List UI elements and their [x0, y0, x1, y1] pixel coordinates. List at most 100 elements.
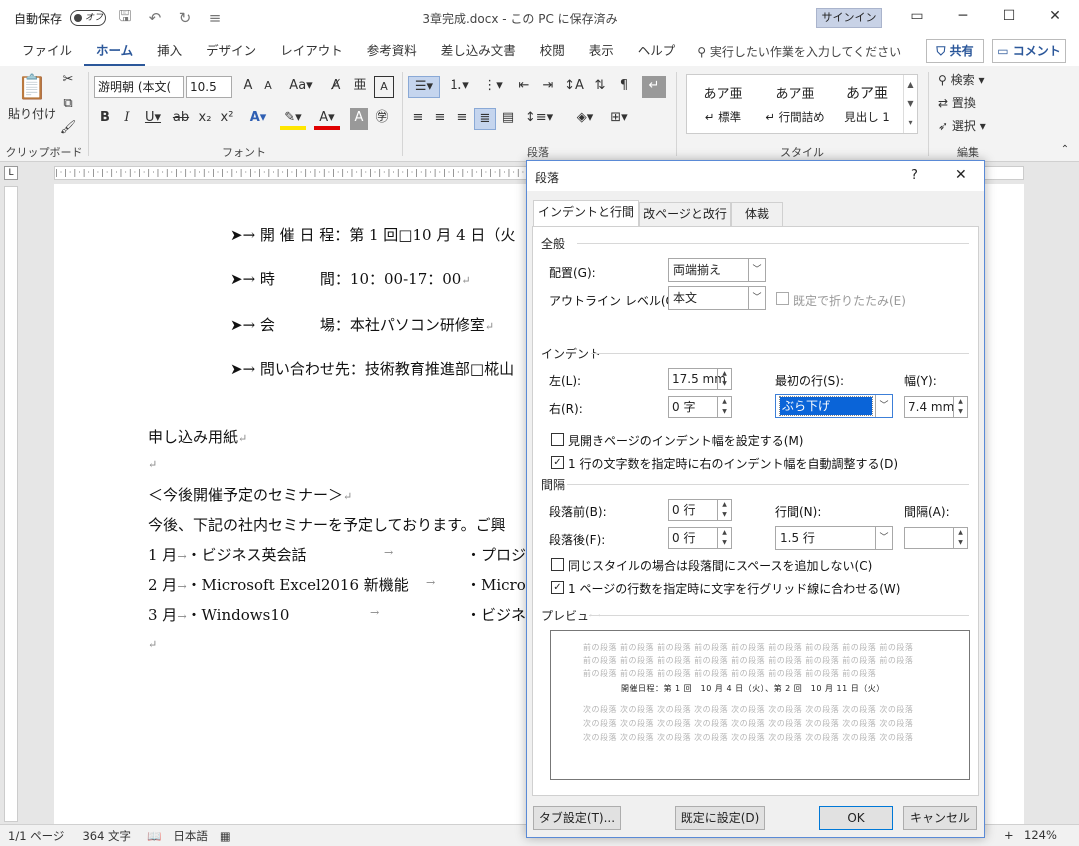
ribbon-display-options-icon[interactable]: ▭ [894, 0, 940, 32]
space-before-input[interactable]: 0 行 ▲ ▼ [668, 499, 732, 521]
auto-adjust-checkbox[interactable]: ✓ [551, 456, 564, 469]
tab-home[interactable]: ホーム [84, 36, 146, 66]
no-space-same-style-checkbox[interactable] [551, 558, 564, 571]
text-effects-icon[interactable]: A▾ [246, 108, 270, 130]
numbering-icon[interactable]: ⒈▾ [444, 76, 474, 98]
close-window-icon[interactable]: ✕ [1032, 0, 1078, 32]
word-count[interactable]: 364 文字 [82, 828, 131, 844]
ok-button[interactable]: OK [819, 806, 893, 830]
snap-to-grid-checkbox[interactable]: ✓ [551, 581, 564, 594]
gallery-scroll[interactable]: ▲ ▼ ▾ [903, 75, 917, 133]
tab-selector-icon[interactable]: L [4, 166, 18, 180]
tell-me-box[interactable]: ⚲ 実行したい作業を入力してください [697, 43, 901, 60]
show-marks-icon[interactable]: ¶ [614, 76, 634, 98]
tab-asian-typography[interactable]: 体裁 [731, 202, 783, 226]
line-spacing-icon[interactable]: ↕≡▾ [524, 108, 554, 130]
line-spacing-dropdown[interactable]: 1.5 行 ﹀ [775, 526, 893, 550]
font-name-combo[interactable]: 游明朝 (本文( [94, 76, 184, 98]
right-indent-input[interactable]: 0 字 ▲ ▼ [668, 396, 732, 418]
space-after-input[interactable]: 0 行 ▲ ▼ [668, 527, 732, 549]
comment-button[interactable]: ▭ コメント [992, 39, 1066, 63]
text-direction-icon[interactable]: ↕A [562, 76, 586, 98]
tab-layout[interactable]: レイアウト [268, 36, 355, 66]
enclosed-char-icon[interactable]: ㊫ [372, 108, 392, 130]
clear-format-icon[interactable]: A̸ [326, 76, 346, 98]
paste-icon[interactable]: 📋 [10, 72, 54, 102]
spinner-icon[interactable]: ▲ ▼ [717, 528, 731, 548]
style-normal-preview[interactable]: あア亜 [689, 83, 757, 102]
line-break-icon[interactable]: ↵ [642, 76, 666, 98]
borders-icon[interactable]: ⊞▾ [604, 108, 634, 130]
spinner-icon[interactable]: ▲ ▼ [717, 369, 731, 389]
zoom-level[interactable]: 124% [1024, 828, 1057, 842]
shrink-font-icon[interactable]: A [258, 76, 278, 98]
change-case-icon[interactable]: Aa▾ [286, 76, 316, 98]
bold-icon[interactable]: B [96, 108, 114, 130]
align-right-icon[interactable]: ≡ [452, 108, 472, 130]
style-heading1-preview[interactable]: あア亜 [833, 83, 901, 103]
cut-icon[interactable]: ✂ [58, 70, 78, 92]
maximize-icon[interactable]: ☐ [986, 0, 1032, 32]
increase-indent-icon[interactable]: ⇥ [538, 76, 558, 98]
format-painter-icon[interactable]: 🖌 [58, 118, 78, 140]
left-indent-input[interactable]: 17.5 mm ▲ ▼ [668, 368, 732, 390]
cancel-button[interactable]: キャンセル [903, 806, 977, 830]
char-border-icon[interactable]: A [374, 76, 394, 98]
grow-font-icon[interactable]: A [238, 76, 258, 98]
tab-mailings[interactable]: 差し込み文書 [429, 36, 528, 66]
tab-help[interactable]: ヘルプ [626, 36, 688, 66]
justify-icon[interactable]: ≣ [474, 108, 496, 130]
tabs-button[interactable]: タブ設定(T)... [533, 806, 621, 830]
tab-references[interactable]: 参考資料 [355, 36, 429, 66]
help-button[interactable]: ? [911, 168, 918, 183]
minimize-icon[interactable]: ─ [940, 0, 986, 32]
style-nospacing-preview[interactable]: あア亜 [761, 83, 829, 102]
subscript-icon[interactable]: x₂ [196, 108, 214, 130]
spinner-icon[interactable]: ▲ ▼ [717, 500, 731, 520]
italic-icon[interactable]: I [118, 108, 136, 130]
distributed-icon[interactable]: ▤ [498, 108, 518, 130]
alignment-dropdown[interactable]: 両端揃え ﹀ [668, 258, 766, 282]
phonetic-guide-icon[interactable]: 亜 [350, 76, 370, 98]
superscript-icon[interactable]: x² [218, 108, 236, 130]
first-line-dropdown[interactable]: ぶら下げ ﹀ [775, 394, 893, 418]
underline-icon[interactable]: U▾ [140, 108, 166, 130]
paste-button[interactable]: 貼り付け [6, 104, 58, 126]
customize-qat-icon[interactable]: ≡ [204, 9, 226, 27]
language[interactable]: 日本語 [173, 828, 208, 844]
copy-icon[interactable]: ⧉ [58, 94, 78, 116]
zoom-in-icon[interactable]: + [1004, 828, 1014, 842]
shading-icon[interactable]: ◈▾ [570, 108, 600, 130]
share-button[interactable]: ⛉ 共有 [926, 39, 984, 63]
vertical-ruler[interactable] [4, 186, 18, 822]
spinner-icon[interactable]: ▲ ▼ [953, 397, 967, 417]
align-left-icon[interactable]: ≡ [408, 108, 428, 130]
vertical-scrollbar[interactable] [1040, 186, 1058, 822]
width-input[interactable]: 7.4 mm ▲ ▼ [904, 396, 968, 418]
at-input[interactable]: ▲ ▼ [904, 527, 968, 549]
tab-indents-spacing[interactable]: インデントと行間隔 [533, 200, 639, 241]
bullets-icon[interactable]: ☰▾ [408, 76, 440, 98]
collapse-ribbon-icon[interactable]: ⌃ [1056, 140, 1074, 162]
spinner-icon[interactable]: ▲ ▼ [953, 528, 967, 548]
tab-view[interactable]: 表示 [577, 36, 626, 66]
set-default-button[interactable]: 既定に設定(D) [675, 806, 765, 830]
char-shading-icon[interactable]: A [350, 108, 368, 130]
save-icon[interactable]: 🖫 [114, 6, 136, 31]
decrease-indent-icon[interactable]: ⇤ [514, 76, 534, 98]
find-button[interactable]: ⚲ 検索 ▾ [938, 70, 1008, 92]
outline-level-dropdown[interactable]: 本文 ﹀ [668, 286, 766, 310]
tab-design[interactable]: デザイン [194, 36, 268, 66]
page-count[interactable]: 1/1 ページ [8, 828, 64, 844]
strikethrough-icon[interactable]: ab [170, 108, 192, 130]
highlight-icon[interactable]: ✎▾ [280, 108, 306, 130]
tab-line-page-breaks[interactable]: 改ページと改行 [639, 202, 731, 226]
replace-button[interactable]: ⇄ 置換 [938, 93, 1008, 115]
align-center-icon[interactable]: ≡ [430, 108, 450, 130]
redo-icon[interactable]: ↻ [174, 9, 196, 27]
spinner-icon[interactable]: ▲ ▼ [717, 397, 731, 417]
select-button[interactable]: ➶ 選択 ▾ [938, 116, 1008, 138]
font-color-icon[interactable]: A▾ [314, 108, 340, 130]
tab-review[interactable]: 校閲 [528, 36, 577, 66]
tab-file[interactable]: ファイル [10, 36, 84, 66]
